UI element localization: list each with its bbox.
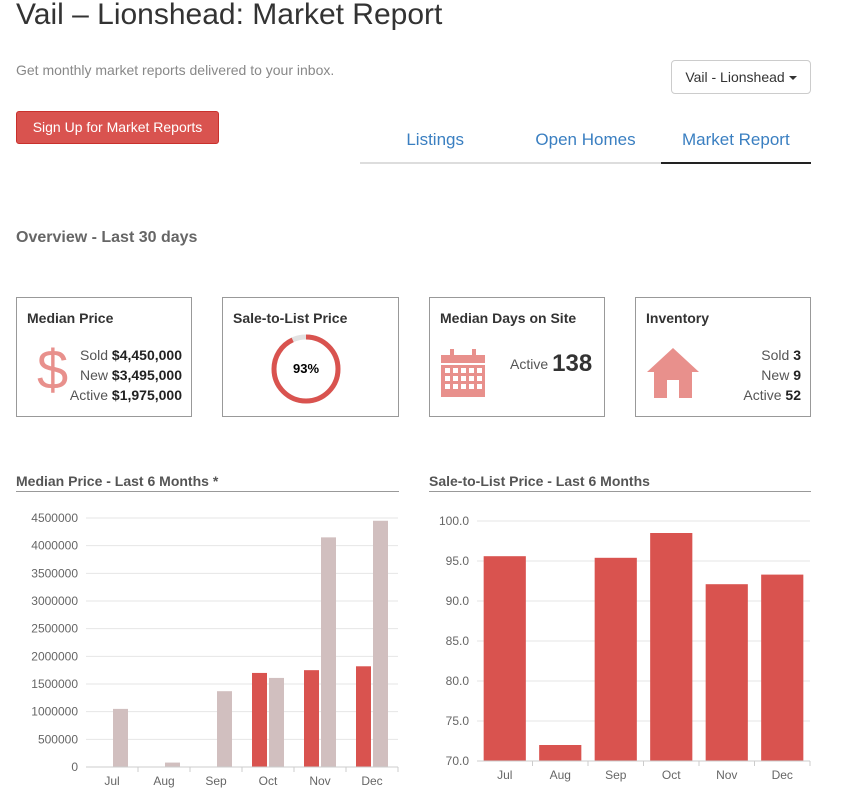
area-select[interactable]: Vail - Lionshead (671, 60, 811, 94)
new-label: New (761, 367, 790, 383)
bar (217, 691, 232, 767)
card-title: Median Days on Site (440, 310, 577, 326)
bar (165, 762, 180, 767)
new-value: $3,495,000 (111, 367, 182, 383)
caret-down-icon (788, 76, 797, 81)
active-label: Active (510, 356, 549, 372)
new-value: 9 (793, 367, 801, 383)
y-tick-label: 70.0 (446, 754, 470, 768)
x-tick-label: Jul (497, 768, 512, 782)
inventory-card: Inventory Sold 3 New 9 Active 52 (635, 297, 811, 417)
bar (539, 745, 582, 761)
x-tick-label: Nov (309, 774, 330, 788)
new-label: New (80, 367, 109, 383)
x-tick-label: Sep (205, 774, 227, 788)
card-title: Sale-to-List Price (233, 310, 348, 326)
tab-open-homes[interactable]: Open Homes (510, 122, 660, 162)
sale-to-list-chart: 70.0 75.0 80.0 85.0 90.0 95.0 100.0 Jul Aug Sep Oc… (439, 514, 811, 782)
active-value: 52 (785, 387, 801, 403)
y-tick-label: 2000000 (31, 649, 78, 663)
x-tick-label: Jul (104, 774, 119, 788)
tab-listings[interactable]: Listings (360, 122, 510, 162)
area-select-value: Vail - Lionshead (685, 69, 785, 85)
bar (373, 520, 388, 767)
sold-label: Sold (761, 347, 790, 363)
inventory-stats: Sold 3 New 9 Active 52 (743, 345, 801, 405)
bar (113, 708, 128, 767)
bar (269, 677, 284, 767)
y-tick-label: 90.0 (446, 594, 470, 608)
x-tick-label: Dec (361, 774, 382, 788)
y-tick-label: 95.0 (446, 554, 470, 568)
bar (705, 584, 748, 761)
bar (252, 672, 267, 767)
y-tick-label: 80.0 (446, 674, 470, 688)
sale-to-list-chart-title: Sale-to-List Price - Last 6 Months (429, 473, 650, 489)
median-days-card: Median Days on Site Active 138 (429, 297, 605, 417)
promo-text: Get monthly market reports delivered to … (16, 62, 335, 78)
dollar-icon: $ (37, 338, 69, 401)
y-tick-label: 1000000 (31, 705, 78, 719)
y-tick-label: 3000000 (31, 594, 78, 608)
bar (321, 537, 336, 767)
bar (594, 557, 637, 761)
x-tick-label: Oct (259, 774, 278, 788)
y-tick-label: 4000000 (31, 539, 78, 553)
y-tick-label: 2500000 (31, 622, 78, 636)
y-tick-label: 500000 (38, 732, 78, 746)
y-tick-label: 3500000 (31, 566, 78, 580)
median-days-value: 138 (552, 350, 593, 377)
y-tick-label: 1500000 (31, 677, 78, 691)
divider (429, 491, 811, 492)
tab-bar: Listings Open Homes Market Report (360, 122, 811, 164)
calendar-icon (441, 349, 485, 397)
median-price-stats: Sold $4,450,000 New $3,495,000 Active $1… (70, 345, 182, 405)
median-price-chart: 0 500000 1000000 1500000 2000000 2500000 30000… (31, 511, 399, 788)
x-tick-label: Aug (153, 774, 174, 788)
page-title: Vail – Lionshead: Market Report (16, 0, 443, 31)
median-price-card: Median Price $ Sold $4,450,000 New $3,49… (16, 297, 192, 417)
x-tick-label: Oct (662, 768, 681, 782)
overview-title: Overview - Last 30 days (16, 229, 198, 246)
y-tick-label: 0 (71, 760, 78, 774)
x-tick-label: Dec (772, 768, 793, 782)
y-tick-label: 85.0 (446, 634, 470, 648)
bar (356, 666, 371, 767)
sale-to-list-card: Sale-to-List Price 93% (222, 297, 399, 417)
active-label: Active (743, 387, 782, 403)
x-tick-label: Aug (550, 768, 571, 782)
bar (483, 556, 526, 761)
card-title: Inventory (646, 310, 710, 326)
sold-value: $4,450,000 (111, 347, 182, 363)
card-title: Median Price (27, 310, 114, 326)
x-tick-label: Nov (716, 768, 737, 782)
gauge-value: 93% (292, 361, 320, 376)
signup-button[interactable]: Sign Up for Market Reports (16, 111, 219, 144)
y-tick-label: 4500000 (31, 511, 78, 525)
divider (16, 491, 399, 492)
tab-market-report[interactable]: Market Report (660, 122, 811, 164)
sold-value: 3 (793, 347, 801, 363)
median-days-stat: Active 138 (510, 350, 592, 378)
bar (761, 574, 804, 761)
active-label: Active (69, 387, 109, 403)
x-tick-label: Sep (605, 768, 627, 782)
sold-label: Sold (80, 347, 109, 363)
active-value: $1,975,000 (111, 387, 182, 403)
y-tick-label: 100.0 (439, 514, 469, 528)
house-icon (647, 348, 699, 398)
median-price-chart-title: Median Price - Last 6 Months * (16, 473, 219, 489)
bar (650, 533, 693, 761)
bar (304, 670, 319, 767)
y-tick-label: 75.0 (446, 714, 470, 728)
